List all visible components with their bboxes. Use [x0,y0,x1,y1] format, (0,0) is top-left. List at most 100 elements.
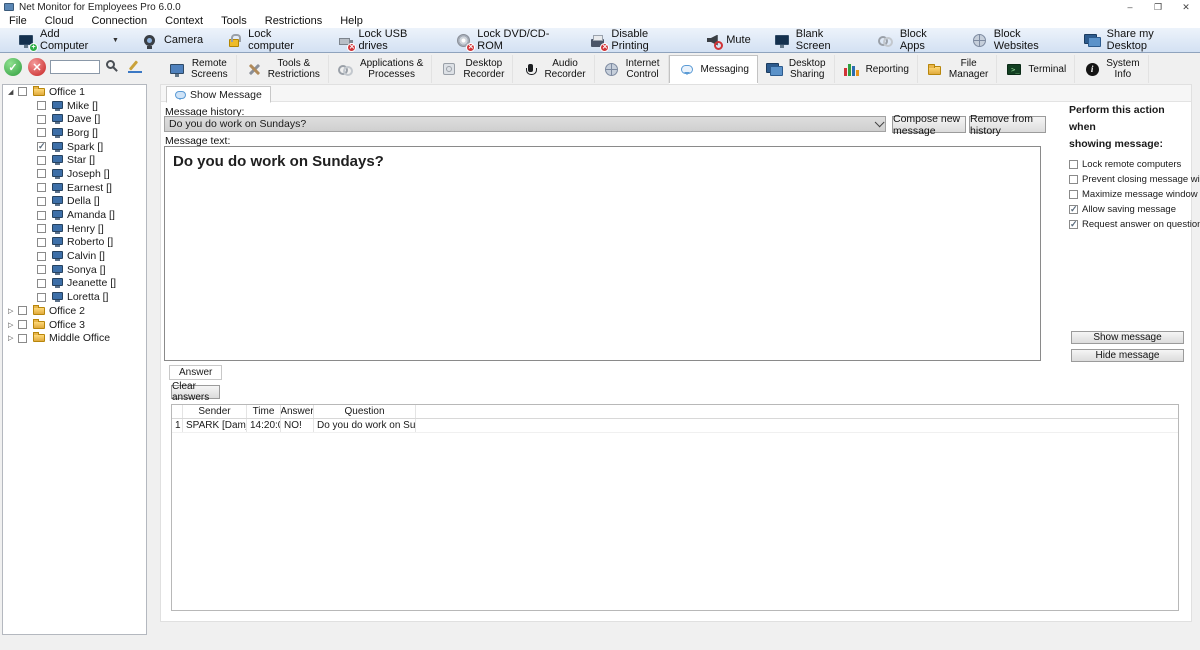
blank-screen-button[interactable]: Blank Screen [762,28,866,52]
tree-checkbox[interactable] [18,320,27,329]
lock-usb-button[interactable]: ✕ Lock USB drives [324,28,443,52]
tree-row[interactable]: Loretta [] [3,290,146,304]
tab-system-info[interactable]: i System Info [1075,55,1148,83]
tree-checkbox[interactable] [37,265,46,274]
block-websites-button[interactable]: Block Websites [960,28,1073,52]
tree-row[interactable]: ◢ Office 1 [3,85,146,99]
menu-item[interactable]: File [0,14,36,28]
tree-expander-icon[interactable]: ▷ [8,321,18,329]
option-checkbox[interactable] [1069,220,1078,229]
tree-row[interactable]: Jeanette [] [3,277,146,291]
menu-item[interactable]: Context [156,14,212,28]
option-checkbox[interactable] [1069,175,1078,184]
tree-checkbox[interactable] [37,183,46,192]
connect-button[interactable]: ✓ [4,58,22,76]
camera-button[interactable]: Camera [130,28,214,52]
tree-row[interactable]: Calvin [] [3,249,146,263]
tree-row[interactable]: ▷ Middle Office [3,331,146,345]
tab-answer[interactable]: Answer [169,365,222,380]
menu-item[interactable]: Connection [82,14,156,28]
tree-expander-icon[interactable]: ◢ [8,88,18,96]
tree-checkbox[interactable] [37,169,46,178]
search-icon[interactable] [106,60,115,69]
menu-item[interactable]: Cloud [36,14,83,28]
hide-message-button[interactable]: Hide message [1071,349,1184,362]
tree-checkbox[interactable] [37,211,46,220]
tab-audio-recorder[interactable]: Audio Recorder [513,55,594,83]
option-checkbox[interactable] [1069,205,1078,214]
add-computer-button[interactable]: + Add Computer ▼ [6,28,130,52]
tree-checkbox[interactable] [18,87,27,96]
answer-row[interactable]: 1 SPARK [Damjan] 14:20:05 NO! Do you do … [172,419,1178,433]
tree-row[interactable]: Joseph [] [3,167,146,181]
option-row[interactable]: Request answer on question [1069,217,1191,232]
tab-file-manager[interactable]: File Manager [918,55,997,83]
tab-internet-control[interactable]: Internet Control [595,55,669,83]
tab-reporting[interactable]: Reporting [835,55,918,83]
menu-item[interactable]: Help [331,14,372,28]
tree-row[interactable]: Dave [] [3,112,146,126]
tree-row[interactable]: ▷ Office 3 [3,318,146,332]
tab-tools-restrictions[interactable]: Tools & Restrictions [237,55,329,83]
minimize-button[interactable]: – [1116,0,1144,14]
tree-row[interactable]: Sonya [] [3,263,146,277]
tree-checkbox[interactable] [37,238,46,247]
tree-row[interactable]: ▷ Office 2 [3,304,146,318]
tree-row[interactable]: Amanda [] [3,208,146,222]
tree-checkbox[interactable] [37,101,46,110]
menu-item[interactable]: Restrictions [256,14,331,28]
tree-checkbox[interactable] [37,197,46,206]
menu-item[interactable]: Tools [212,14,256,28]
message-history-dropdown[interactable]: Do you do work on Sundays? [164,116,886,132]
tree-checkbox[interactable] [37,279,46,288]
edit-icon[interactable] [128,60,143,73]
mute-button[interactable]: Mute [692,28,761,52]
tree-row[interactable]: Mike [] [3,99,146,113]
tree-checkbox[interactable] [18,306,27,315]
tab-terminal[interactable]: >_ Terminal [997,55,1075,83]
tab-show-message[interactable]: Show Message [166,86,271,103]
tree-checkbox[interactable] [37,156,46,165]
tree-checkbox[interactable] [37,252,46,261]
compose-new-message-button[interactable]: Compose new message [892,116,966,133]
remove-from-history-button[interactable]: Remove from history [969,116,1046,133]
option-checkbox[interactable] [1069,160,1078,169]
tree-checkbox[interactable] [37,224,46,233]
chevron-down-icon[interactable]: ▼ [112,37,119,44]
clear-answers-button[interactable]: Clear answers [171,385,220,399]
show-message-button[interactable]: Show message [1071,331,1184,344]
tree-row[interactable]: Spark [] [3,140,146,154]
tab-messaging[interactable]: Messaging [669,55,758,83]
maximize-button[interactable]: ❐ [1144,0,1172,14]
tree-row[interactable]: Borg [] [3,126,146,140]
block-apps-button[interactable]: Block Apps [866,28,960,52]
tree-row[interactable]: Star [] [3,153,146,167]
tree-checkbox[interactable] [37,142,46,151]
tree-checkbox[interactable] [37,293,46,302]
tab-desktop-sharing[interactable]: Desktop Sharing [758,55,835,83]
close-button[interactable]: ✕ [1172,0,1200,14]
tab-desktop-recorder[interactable]: Desktop Recorder [432,55,513,83]
lock-dvd-button[interactable]: ✕ Lock DVD/CD-ROM [443,28,577,52]
tree-row[interactable]: Earnest [] [3,181,146,195]
search-input[interactable] [50,60,100,74]
disconnect-button[interactable]: ✕ [28,58,46,76]
tree-checkbox[interactable] [37,115,46,124]
option-row[interactable]: Prevent closing message window [1069,172,1191,187]
option-checkbox[interactable] [1069,190,1078,199]
lock-computer-button[interactable]: Lock computer [214,28,324,52]
tree-row[interactable]: Henry [] [3,222,146,236]
tree-expander-icon[interactable]: ▷ [8,307,18,315]
tab-applications-processes[interactable]: Applications & Processes [329,55,432,83]
tree-row[interactable]: Roberto [] [3,236,146,250]
option-row[interactable]: Lock remote computers [1069,157,1191,172]
option-row[interactable]: Maximize message window [1069,187,1191,202]
option-row[interactable]: Allow saving message [1069,202,1191,217]
message-text-area[interactable]: Do you do work on Sundays? [164,146,1041,361]
share-desktop-button[interactable]: Share my Desktop [1073,28,1200,52]
tree-checkbox[interactable] [18,334,27,343]
disable-printing-button[interactable]: ✕ Disable Printing [577,28,692,52]
tree-expander-icon[interactable]: ▷ [8,334,18,342]
tree-checkbox[interactable] [37,128,46,137]
tab-remote-screens[interactable]: Remote Screens [160,55,237,83]
